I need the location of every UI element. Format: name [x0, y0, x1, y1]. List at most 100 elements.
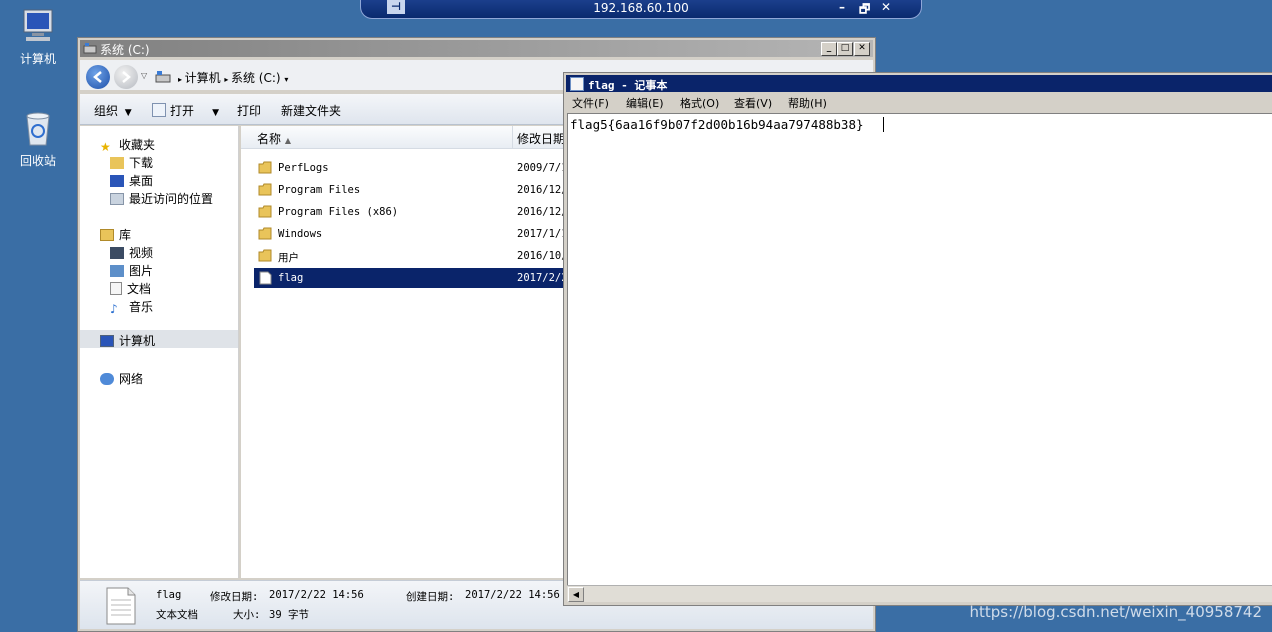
details-created-label: 创建日期:: [406, 591, 455, 603]
desktop-icon-computer[interactable]: 计算机: [8, 6, 68, 67]
folder-icon: [258, 249, 272, 262]
folder-icon: [258, 161, 272, 174]
explorer-title-bar[interactable]: 系统 (C:) _ □ ✕: [80, 40, 873, 57]
file-row[interactable]: PerfLogs 2009/7/1: [254, 158, 584, 178]
pictures-icon: [110, 265, 124, 277]
library-icon: [100, 229, 114, 241]
file-modified-date: 2016/12/: [517, 206, 568, 218]
column-header: 名称 ▲ 修改日期: [241, 126, 571, 149]
desktop-icon: [110, 175, 124, 187]
rdp-title: 192.168.60.100: [593, 1, 689, 15]
document-icon: [110, 282, 122, 295]
folder-icon: [258, 227, 272, 240]
video-icon: [110, 247, 124, 259]
folder-icon: [258, 183, 272, 196]
back-button[interactable]: [86, 65, 110, 89]
sort-up-icon: ▲: [284, 136, 291, 145]
notepad-icon: [570, 77, 584, 91]
notepad-title: flag - 记事本: [588, 79, 668, 92]
menu-file[interactable]: 文件(F): [572, 95, 609, 111]
file-modified-date: 2016/10/: [517, 250, 568, 262]
details-file-type: 文本文档: [156, 609, 198, 621]
nav-computer[interactable]: 计算机: [80, 330, 238, 348]
rdp-connection-bar[interactable]: ⊣ 192.168.60.100 – 🗗 ✕: [360, 0, 922, 19]
column-modified[interactable]: 修改日期: [517, 130, 565, 147]
file-row[interactable]: 用户 2016/10/: [254, 246, 584, 266]
breadcrumb[interactable]: ▸ 计算机 ▸ 系统 (C:) ▾: [178, 69, 288, 86]
watermark-text: https://blog.csdn.net/weixin_40958742: [969, 603, 1262, 621]
details-size-label: 大小:: [233, 609, 261, 621]
file-name: 用户: [278, 252, 299, 264]
notepad-content: flag5{6aa16f9b07f2d00b16b94aa797488b38}: [570, 117, 864, 132]
file-modified-date: 2017/1/1: [517, 228, 568, 240]
menu-help[interactable]: 帮助(H): [788, 95, 827, 111]
close-button[interactable]: ✕: [854, 42, 870, 56]
file-row[interactable]: flag 2017/2/2: [254, 268, 584, 288]
text-file-icon: [106, 587, 136, 625]
drive-icon: [83, 42, 97, 54]
explorer-title: 系统 (C:): [100, 43, 150, 57]
breadcrumb-computer[interactable]: 计算机: [185, 71, 221, 85]
open-button[interactable]: 打开 ▼: [152, 102, 219, 119]
desktop-icon-label: 回收站: [19, 154, 56, 168]
horizontal-scrollbar[interactable]: ◀: [567, 585, 1272, 602]
column-name[interactable]: 名称 ▲: [257, 130, 291, 147]
details-file-name: flag: [156, 589, 182, 601]
file-name: Program Files: [278, 184, 361, 196]
file-list: 名称 ▲ 修改日期 PerfLogs 2009/7/1 Program Files 2…: [241, 126, 584, 578]
rdp-restore-button[interactable]: 🗗: [859, 0, 870, 21]
file-row[interactable]: Windows 2017/1/1: [254, 224, 584, 244]
nav-item-recent[interactable]: 最近访问的位置: [110, 190, 213, 207]
open-icon: [152, 103, 166, 117]
text-cursor: [883, 117, 884, 132]
forward-button[interactable]: [114, 65, 138, 89]
details-modified-label: 修改日期:: [210, 591, 259, 603]
nav-item-documents[interactable]: 文档: [110, 280, 151, 297]
star-icon: ★: [100, 140, 111, 154]
nav-item-pictures[interactable]: 图片: [110, 262, 153, 279]
file-row[interactable]: Program Files 2016/12/: [254, 180, 584, 200]
file-modified-date: 2017/2/2: [517, 272, 568, 284]
nav-network[interactable]: 网络: [100, 370, 143, 387]
history-dropdown-icon[interactable]: ▽: [141, 71, 147, 80]
notepad-window: flag - 记事本 文件(F) 编辑(E) 格式(O) 查看(V) 帮助(H)…: [563, 72, 1272, 606]
organize-button[interactable]: 组织 ▼: [94, 102, 132, 119]
column-divider[interactable]: [512, 126, 513, 148]
details-modified-value: 2017/2/22 14:56: [269, 589, 364, 601]
minimize-button[interactable]: _: [821, 42, 837, 56]
breadcrumb-drive-c[interactable]: 系统 (C:): [231, 71, 281, 85]
drive-icon: [155, 69, 171, 83]
rdp-minimize-button[interactable]: –: [839, 0, 845, 14]
file-name: Windows: [278, 228, 323, 240]
details-size-value: 39 字节: [269, 609, 309, 621]
network-icon: [100, 373, 114, 385]
file-row[interactable]: Program Files (x86) 2016/12/: [254, 202, 584, 222]
nav-item-downloads[interactable]: 下载: [110, 154, 153, 171]
scroll-left-button[interactable]: ◀: [568, 587, 584, 602]
recent-places-icon: [110, 193, 124, 205]
nav-libraries[interactable]: 库: [100, 226, 131, 243]
folder-icon: [258, 205, 272, 218]
nav-item-desktop[interactable]: 桌面: [110, 172, 153, 189]
maximize-button[interactable]: □: [837, 42, 853, 56]
file-name: flag: [278, 272, 304, 284]
notepad-title-bar[interactable]: flag - 记事本: [566, 75, 1272, 92]
file-modified-date: 2016/12/: [517, 184, 568, 196]
nav-item-videos[interactable]: 视频: [110, 244, 153, 261]
new-folder-button[interactable]: 新建文件夹: [281, 102, 341, 119]
downloads-icon: [110, 157, 124, 169]
rdp-close-button[interactable]: ✕: [881, 0, 891, 14]
recycle-bin-icon: [18, 108, 58, 148]
file-name: PerfLogs: [278, 162, 329, 174]
nav-favorites[interactable]: ★ 收藏夹: [100, 136, 155, 154]
notepad-text-area[interactable]: flag5{6aa16f9b07f2d00b16b94aa797488b38}: [567, 113, 1272, 587]
desktop-icon-recycle-bin[interactable]: 回收站: [8, 108, 68, 169]
details-created-value: 2017/2/22 14:56: [465, 589, 560, 601]
nav-item-music[interactable]: ♪ 音乐: [110, 298, 153, 316]
menu-edit[interactable]: 编辑(E): [626, 95, 664, 111]
menu-format[interactable]: 格式(O): [680, 95, 719, 111]
text-file-icon: [258, 271, 272, 285]
notepad-menu-bar: 文件(F) 编辑(E) 格式(O) 查看(V) 帮助(H): [566, 93, 1272, 111]
print-button[interactable]: 打印: [237, 102, 261, 119]
menu-view[interactable]: 查看(V): [734, 95, 772, 111]
